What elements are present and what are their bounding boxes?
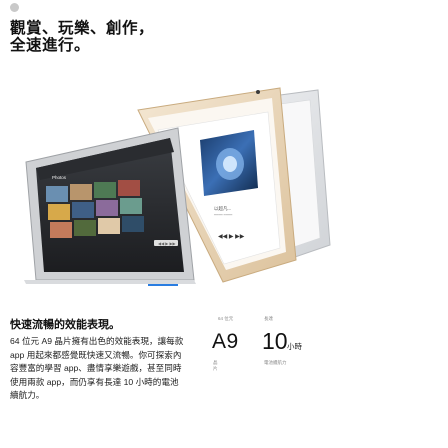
space-gray-ipad-front: Photos ◀◀ ▶ ▶▶ — [25, 127, 195, 281]
performance-body: 64 位元 A9 晶片擁有出色的效能表現，讓每款 app 用起來都感覺既快速又流… — [10, 336, 184, 400]
headline-line-1: 觀賞、玩樂、創作， — [10, 20, 155, 37]
page-headline: 觀賞、玩樂、創作， 全速進行。 — [10, 20, 210, 54]
battery-sub: 電池續航力 — [264, 360, 287, 365]
front-ipad-controls: ◀◀ ▶ ▶▶ — [158, 241, 177, 246]
performance-heading: 快速流暢的效能表現。 — [10, 319, 120, 331]
apple-logo-icon[interactable] — [10, 3, 19, 12]
gold-ipad-caption: 以超凡... — [214, 205, 231, 212]
chip-value: A9 — [212, 330, 239, 353]
ipad-lineup-illustration: 以超凡... ━━━━ ━━━━ ◀◀ ▶ ▶▶ Photos ◀◀ ▶ ▶▶ — [24, 87, 331, 286]
page: 觀賞、玩樂、創作， 全速進行。 以超凡... ━━━━ ━━━━ ◀◀ ▶ ▶▶… — [0, 0, 448, 448]
headline-line-2: 全速進行。 — [10, 37, 91, 54]
chip-sub: 晶片 — [213, 360, 218, 371]
accent-stroke — [148, 284, 178, 286]
battery-value: 10 — [262, 328, 288, 354]
chip-caption: 64 位元 — [218, 316, 234, 321]
svg-text:━━━━ ━━━━: ━━━━ ━━━━ — [213, 213, 233, 217]
playback-controls: ◀◀ ▶ ▶▶ — [218, 234, 245, 240]
battery-unit: 小時 — [287, 342, 302, 351]
battery-caption: 長達 — [264, 316, 273, 321]
front-ipad-app-label: Photos — [52, 175, 67, 180]
